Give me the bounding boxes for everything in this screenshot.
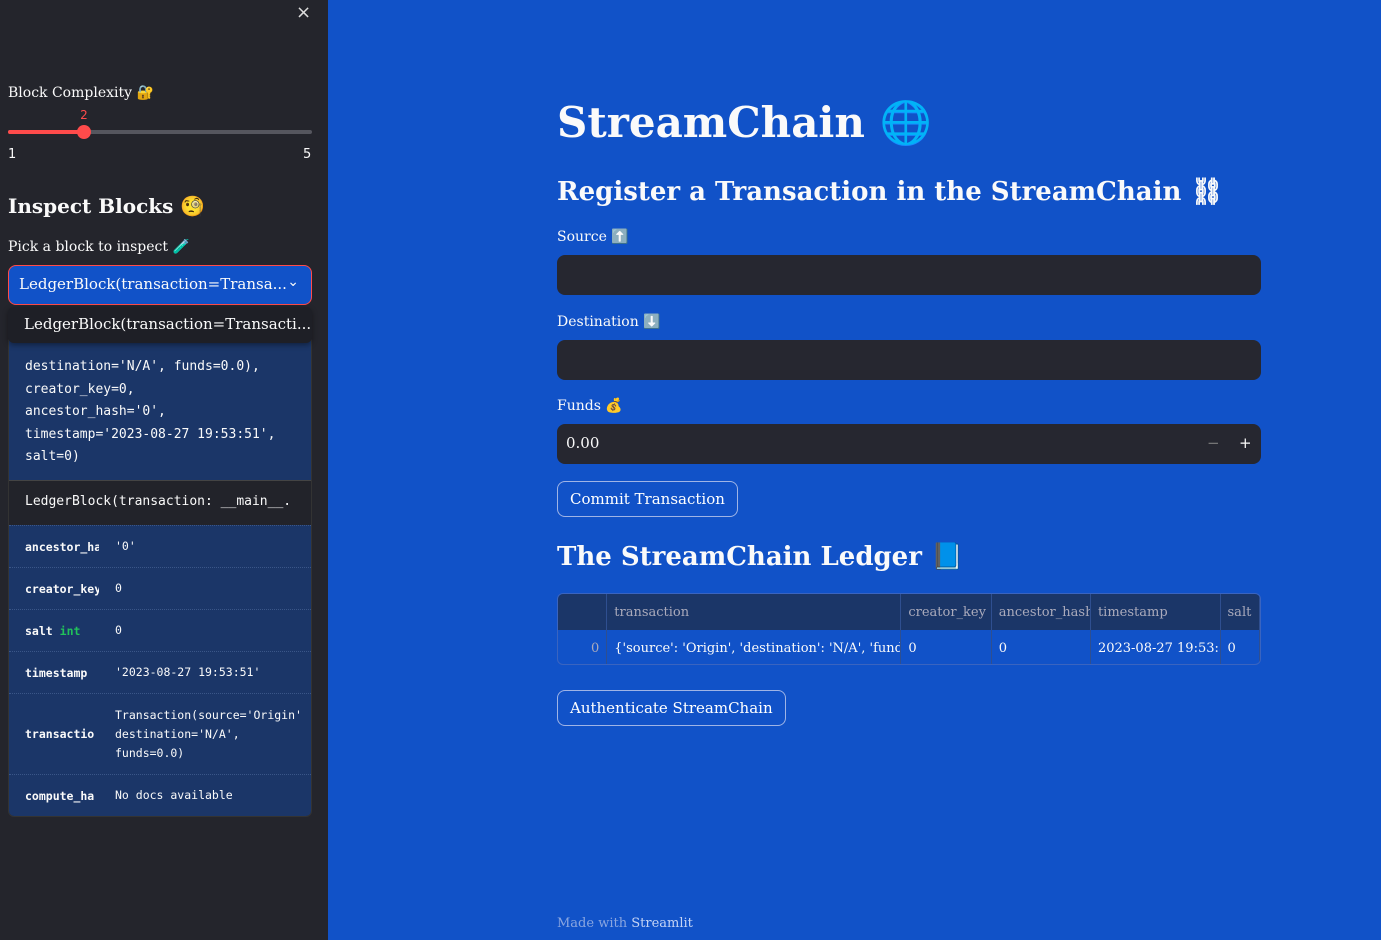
decrement-button[interactable]: −	[1207, 434, 1220, 452]
column-header[interactable]: creator_key	[901, 594, 992, 630]
inspector-title: LedgerBlock(transaction: __main__.	[9, 480, 311, 525]
source-label: Source ⬆️	[557, 229, 629, 245]
attr-name: timestamp	[25, 665, 88, 680]
table-cell[interactable]: 0	[901, 630, 992, 664]
footer-prefix: Made with	[557, 916, 632, 931]
attr-key: creator_key	[9, 582, 99, 596]
increment-button[interactable]: +	[1239, 434, 1252, 452]
attr-type: int	[59, 623, 81, 638]
commit-transaction-button[interactable]: Commit Transaction	[557, 481, 738, 517]
slider-max: 5	[303, 147, 312, 162]
funds-label: Funds 💰	[557, 398, 623, 414]
slider-value: 2	[80, 108, 88, 122]
table-cell[interactable]: 0	[992, 630, 1091, 664]
close-sidebar-icon[interactable]: ×	[296, 2, 311, 23]
column-header[interactable]: salt	[1221, 594, 1260, 630]
table-row[interactable]: 0 {'source': 'Origin', 'destination': 'N/…	[558, 630, 1260, 664]
table-cell[interactable]: {'source': 'Origin', 'destination': 'N/A…	[607, 630, 902, 664]
block-select[interactable]: LedgerBlock(transaction=Transa... ⌄	[8, 265, 312, 305]
attr-value: No docs available	[115, 788, 233, 802]
column-header[interactable]: ancestor_hash	[992, 594, 1091, 630]
destination-label: Destination ⬇️	[557, 314, 661, 330]
attr-row: creator_key 0	[9, 567, 311, 609]
destination-input[interactable]	[557, 340, 1261, 380]
attr-value: Transaction(source='Origin' destination=…	[115, 707, 302, 760]
block-repr: destination='N/A', funds=0.0), creator_k…	[9, 336, 311, 480]
dropdown-option[interactable]: LedgerBlock(transaction=Transacti...	[8, 307, 312, 343]
attr-name: compute_ha	[25, 788, 95, 803]
table-header: transaction creator_key ancestor_hash times…	[558, 594, 1260, 630]
column-header[interactable]	[558, 594, 608, 630]
ledger-heading: The StreamChain Ledger 📘	[557, 542, 964, 572]
attr-key: salt int	[9, 624, 99, 638]
funds-value: 0.00	[566, 434, 600, 452]
authenticate-button[interactable]: Authenticate StreamChain	[557, 690, 786, 726]
attr-name: salt	[25, 623, 53, 638]
attr-row: compute_ha No docs available	[9, 774, 311, 816]
attr-row: timestamp '2023-08-27 19:53:51'	[9, 651, 311, 693]
page-title: StreamChain 🌐	[557, 98, 932, 147]
attr-row: ancestor_ha '0'	[9, 525, 311, 567]
column-header[interactable]: transaction	[607, 594, 902, 630]
attr-value: 0	[115, 581, 122, 595]
attr-value: 0	[115, 623, 122, 637]
block-complexity-label: Block Complexity 🔐	[8, 85, 154, 101]
table-cell[interactable]: 2023-08-27 19:53:51	[1091, 630, 1221, 664]
streamlit-link[interactable]: Streamlit	[631, 916, 693, 931]
block-inspector: destination='N/A', funds=0.0), creator_k…	[8, 335, 312, 817]
attr-name: creator_key	[25, 581, 99, 596]
attr-key: ancestor_ha	[9, 540, 99, 554]
attr-key: compute_ha	[9, 789, 99, 803]
attr-row: transactio Transaction(source='Origin' d…	[9, 693, 311, 774]
register-heading: Register a Transaction in the StreamChai…	[557, 177, 1224, 207]
chevron-down-icon[interactable]: ⌄	[287, 274, 299, 290]
ledger-table[interactable]: transaction creator_key ancestor_hash times…	[557, 593, 1261, 665]
attr-key: transactio	[9, 727, 99, 741]
attr-value: '2023-08-27 19:53:51'	[115, 665, 261, 679]
attr-name: transactio	[25, 727, 95, 741]
attr-value: '0'	[115, 539, 136, 553]
funds-input[interactable]: 0.00	[557, 424, 1261, 464]
sidebar: × Block Complexity 🔐 2 1 5 Inspect Block…	[0, 0, 328, 940]
slider-thumb[interactable]	[77, 125, 91, 139]
slider-fill	[8, 130, 84, 134]
attr-key: timestamp	[9, 666, 99, 680]
table-cell[interactable]: 0	[1221, 630, 1260, 664]
slider-min: 1	[8, 147, 17, 162]
table-cell[interactable]: 0	[558, 630, 608, 664]
block-complexity-slider[interactable]: 2	[8, 108, 312, 139]
footer: Made with Streamlit	[557, 916, 693, 931]
column-header[interactable]: timestamp	[1091, 594, 1221, 630]
pick-block-label: Pick a block to inspect 🧪	[8, 239, 190, 255]
attr-row: salt int 0	[9, 609, 311, 651]
attr-name: ancestor_ha	[25, 539, 99, 554]
inspect-blocks-heading: Inspect Blocks 🧐	[8, 194, 206, 218]
block-select-value: LedgerBlock(transaction=Transa...	[19, 275, 287, 293]
source-input[interactable]	[557, 255, 1261, 295]
